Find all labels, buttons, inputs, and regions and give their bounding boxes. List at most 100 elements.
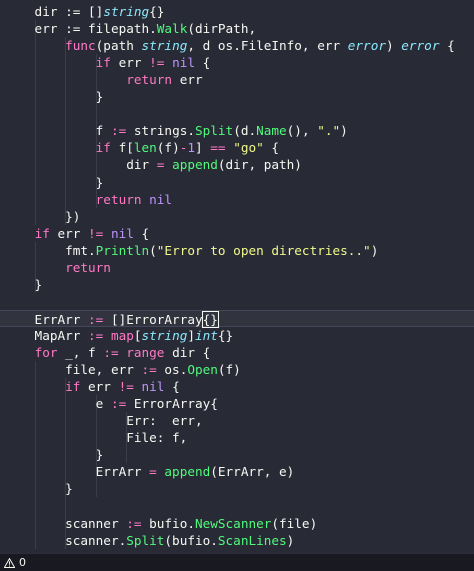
code-line[interactable]: for _, f := range dir { <box>4 344 211 361</box>
code-token: e <box>4 396 111 412</box>
code-token: != <box>149 55 165 71</box>
code-token: ScanLines <box>217 532 287 548</box>
code-token: := <box>88 311 104 327</box>
code-token: ) <box>370 242 379 258</box>
code-line[interactable]: dir := []string{} <box>4 3 165 20</box>
code-line[interactable]: err := filepath.Walk(dirPath, <box>4 20 257 37</box>
code-token: Split <box>126 532 165 548</box>
code-line-active[interactable]: ErrArr := []ErrorArray{} <box>0 309 474 328</box>
code-token: Split <box>194 123 234 139</box>
code-line[interactable]: if err != nil { <box>4 225 150 242</box>
code-token: error <box>401 38 440 54</box>
code-token: (d. <box>233 123 257 139</box>
code-token: scanner <box>4 515 127 531</box>
code-token: func <box>65 38 96 54</box>
code-token: ] <box>195 140 211 156</box>
code-line[interactable]: file, err := os.Open(f) <box>4 361 241 378</box>
code-line[interactable]: func(path string, d os.FileInfo, err err… <box>4 37 455 54</box>
warning-icon <box>4 557 15 568</box>
code-line[interactable]: }) <box>4 208 80 225</box>
code-token: (f) <box>156 140 180 156</box>
code-token: error <box>347 38 386 54</box>
code-token: ) <box>385 38 402 54</box>
code-token: { <box>439 38 455 54</box>
code-token: := <box>103 345 119 360</box>
code-token: range <box>126 345 165 360</box>
code-token: int <box>195 327 218 343</box>
code-line[interactable]: } <box>4 446 104 463</box>
code-token: Walk <box>156 21 188 37</box>
code-line[interactable]: f := strings.Split(d.Name(), ".") <box>4 122 348 139</box>
code-token: ) <box>286 532 295 548</box>
code-line[interactable]: scanner.Split(bufio.ScanLines) <box>4 532 294 549</box>
code-token: file, err <box>4 362 142 378</box>
code-line[interactable]: dir = append(dir, path) <box>4 156 302 173</box>
code-token: := <box>110 396 127 412</box>
code-line[interactable]: return nil <box>4 191 172 208</box>
code-token: := <box>126 515 142 531</box>
code-token: } <box>4 447 104 463</box>
code-line[interactable]: MapArr := map[string]int{} <box>4 327 234 344</box>
code-token: File: f, <box>4 430 188 446</box>
code-token: } <box>4 89 104 105</box>
code-token: := <box>141 362 157 378</box>
code-token: , d os.FileInfo, err <box>187 38 348 54</box>
code-token: string <box>141 38 188 54</box>
code-token: if <box>65 379 81 395</box>
code-token: nil <box>141 379 165 395</box>
code-line[interactable]: scanner := bufio.NewScanner(file) <box>4 515 317 532</box>
code-token: "Error to open directries.." <box>156 242 371 258</box>
code-token: (dirPath, <box>187 21 257 37</box>
code-editor[interactable]: dir := []string{} err := filepath.Walk(d… <box>0 0 474 553</box>
code-token: Println <box>95 242 150 258</box>
code-token: } <box>4 481 73 497</box>
code-line[interactable]: if f[len(f)-1] == "go" { <box>4 139 279 156</box>
code-token: := <box>110 123 127 139</box>
code-token: err := filepath. <box>4 21 157 37</box>
code-token: f <box>4 123 111 139</box>
bracket-match: {} <box>201 310 219 328</box>
code-token: != <box>88 225 104 241</box>
code-line[interactable]: if err != nil { <box>4 54 211 71</box>
code-line[interactable]: if err != nil { <box>4 378 180 395</box>
code-line[interactable]: } <box>4 174 104 191</box>
code-token: Open <box>187 362 218 378</box>
code-line[interactable]: } <box>4 480 73 497</box>
code-token: err <box>80 379 119 395</box>
code-token: dir := [] <box>4 4 104 19</box>
code-token: if <box>34 225 50 241</box>
code-token: nil <box>110 225 134 241</box>
code-token: (), <box>286 123 318 139</box>
code-line[interactable]: Err: err, <box>4 412 202 429</box>
code-line[interactable]: } <box>4 88 104 105</box>
code-token: string <box>103 4 150 19</box>
code-line[interactable]: } <box>4 276 43 293</box>
code-token: if <box>95 55 111 71</box>
code-token: {} <box>217 327 234 343</box>
code-token: ErrArr <box>4 464 150 480</box>
code-line[interactable]: return <box>4 259 111 276</box>
code-token: _, f <box>57 345 104 360</box>
code-token: f[ <box>110 140 134 156</box>
code-token: { <box>164 379 180 395</box>
code-line[interactable]: return err <box>4 71 203 88</box>
code-token: []ErrorArray <box>103 311 203 327</box>
problems-indicator[interactable]: 0 <box>4 556 26 569</box>
code-token: Name <box>256 123 287 139</box>
code-token: err <box>172 72 203 88</box>
code-line[interactable]: e := ErrorArray{ <box>4 395 218 412</box>
code-token: [ <box>133 327 142 343</box>
code-line[interactable]: fmt.Println("Error to open directries.."… <box>4 242 378 259</box>
code-token: (bufio. <box>164 532 218 548</box>
code-line[interactable]: ErrArr = append(ErrArr, e) <box>4 463 295 480</box>
code-line[interactable]: File: f, <box>4 429 187 446</box>
